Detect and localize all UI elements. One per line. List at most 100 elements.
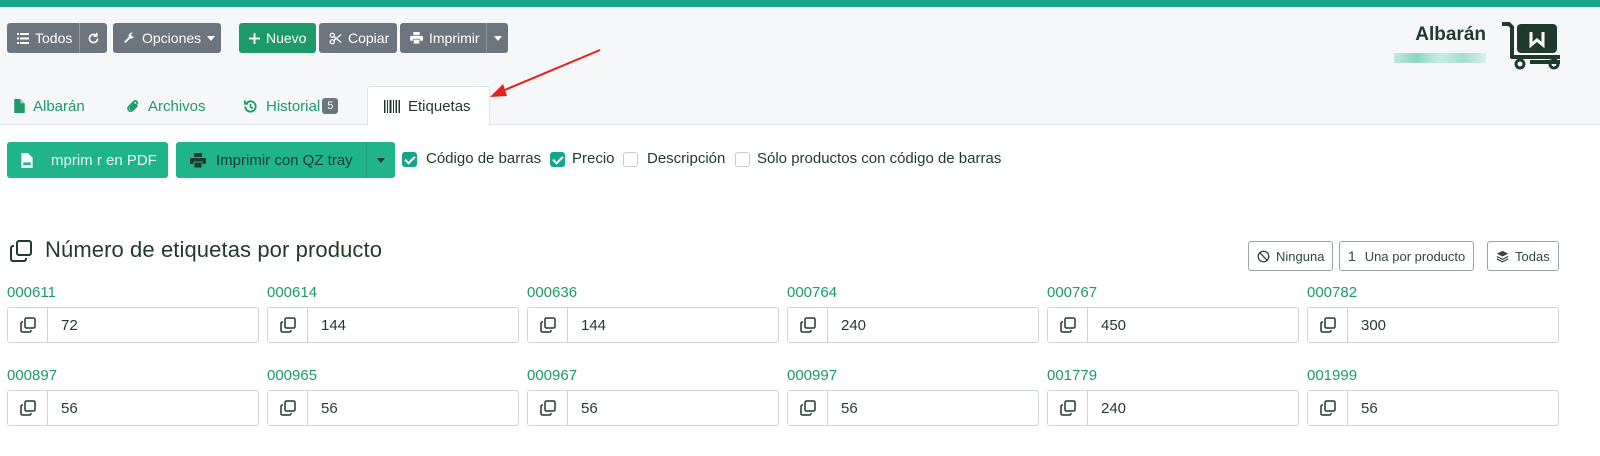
all-labels-button[interactable]: Todas xyxy=(1487,241,1559,271)
copy-quantity-icon[interactable] xyxy=(268,308,308,342)
print-button[interactable]: Imprimir xyxy=(400,23,508,53)
product-code[interactable]: 000997 xyxy=(787,367,1039,387)
none-button[interactable]: Ninguna xyxy=(1248,241,1334,271)
section-title: Número de etiquetas por producto xyxy=(45,237,383,262)
product-code[interactable]: 001999 xyxy=(1307,367,1559,387)
product-item: 001999 56 xyxy=(1307,367,1559,426)
copy-quantity-icon[interactable] xyxy=(8,391,48,425)
copy-button[interactable]: Copiar xyxy=(319,23,397,53)
copy-quantity-icon[interactable] xyxy=(528,308,568,342)
document-title: Albarán xyxy=(1415,24,1486,45)
product-quantity-input[interactable]: 144 xyxy=(568,308,778,342)
product-quantity-input[interactable]: 56 xyxy=(48,391,258,425)
wrench-icon xyxy=(124,32,135,43)
tab-historial-label: Historial xyxy=(266,97,321,115)
barcode-checkbox-label[interactable]: Código de barras xyxy=(426,150,541,167)
tab-albaran-label: Albarán xyxy=(33,97,85,115)
refresh-icon[interactable] xyxy=(87,32,100,45)
print-qz-caret-icon[interactable] xyxy=(377,158,385,163)
product-quantity-group: 56 xyxy=(7,390,259,426)
product-item: 000967 56 xyxy=(527,367,779,426)
copy-quantity-icon[interactable] xyxy=(528,391,568,425)
all-button[interactable]: Todos xyxy=(7,23,107,53)
product-item: 000782 300 xyxy=(1307,284,1559,343)
product-code[interactable]: 000782 xyxy=(1307,284,1559,304)
price-checkbox[interactable] xyxy=(550,152,565,167)
one-prefix-label: 1 xyxy=(1348,248,1356,264)
copy-quantity-icon[interactable] xyxy=(1048,308,1088,342)
product-quantity-group: 450 xyxy=(1047,307,1299,343)
options-button[interactable]: Opciones xyxy=(113,23,221,53)
print-pdf-button[interactable]: mprim r en PDF xyxy=(7,142,168,178)
print-qz-label: Imprimir con QZ tray xyxy=(216,151,353,169)
product-quantity-input[interactable]: 56 xyxy=(1348,391,1558,425)
print-button-separator xyxy=(486,23,487,53)
printer-icon xyxy=(190,152,206,168)
tab-archivos[interactable]: Archivos xyxy=(118,86,214,126)
product-item: 000965 56 xyxy=(267,367,519,426)
product-code[interactable]: 000764 xyxy=(787,284,1039,304)
product-code[interactable]: 000965 xyxy=(267,367,519,387)
product-quantity-input[interactable]: 450 xyxy=(1088,308,1298,342)
copy-icon xyxy=(10,240,32,262)
options-button-label: Opciones xyxy=(142,30,202,46)
new-button-label: Nuevo xyxy=(266,30,307,46)
copy-quantity-icon[interactable] xyxy=(268,391,308,425)
tab-historial[interactable]: Historial 5 xyxy=(235,86,346,126)
only-barcode-products-label[interactable]: Sólo productos con código de barras xyxy=(757,150,1001,167)
tab-etiquetas-label: Etiquetas xyxy=(408,97,471,115)
only-barcode-products-checkbox[interactable] xyxy=(735,152,750,167)
product-quantity-group: 56 xyxy=(527,390,779,426)
product-quantity-group: 240 xyxy=(787,307,1039,343)
print-pdf-label: mprim r en PDF xyxy=(51,151,157,169)
history-icon xyxy=(243,99,257,113)
copy-quantity-icon[interactable] xyxy=(1308,391,1348,425)
barcode-checkbox[interactable] xyxy=(402,152,417,167)
product-item: 000767 450 xyxy=(1047,284,1299,343)
product-quantity-input[interactable]: 240 xyxy=(828,308,1038,342)
scissors-icon xyxy=(329,32,342,44)
product-code[interactable]: 000614 xyxy=(267,284,519,304)
product-quantity-input[interactable]: 144 xyxy=(308,308,518,342)
product-quantity-group: 240 xyxy=(1047,390,1299,426)
printer-icon xyxy=(410,32,423,44)
description-checkbox[interactable] xyxy=(623,152,638,167)
product-code[interactable]: 000767 xyxy=(1047,284,1299,304)
copy-quantity-icon[interactable] xyxy=(1308,308,1348,342)
product-code[interactable]: 000897 xyxy=(7,367,259,387)
tab-albaran[interactable]: Albarán xyxy=(6,86,93,126)
new-button[interactable]: Nuevo xyxy=(239,23,316,53)
product-item: 000614 144 xyxy=(267,284,519,343)
print-qz-button[interactable]: Imprimir con QZ tray xyxy=(176,142,395,178)
product-item: 000997 56 xyxy=(787,367,1039,426)
product-quantity-input[interactable]: 56 xyxy=(828,391,1038,425)
price-checkbox-label[interactable]: Precio xyxy=(572,150,615,167)
document-reference-blurred xyxy=(1394,53,1486,63)
product-code[interactable]: 000611 xyxy=(7,284,259,304)
product-code[interactable]: 000636 xyxy=(527,284,779,304)
copy-quantity-icon[interactable] xyxy=(8,308,48,342)
print-qz-separator xyxy=(366,142,367,178)
copy-quantity-icon[interactable] xyxy=(788,391,828,425)
product-quantity-group: 72 xyxy=(7,307,259,343)
tab-etiquetas[interactable]: Etiquetas xyxy=(367,86,490,126)
copy-quantity-icon[interactable] xyxy=(788,308,828,342)
product-quantity-input[interactable]: 300 xyxy=(1348,308,1558,342)
product-quantity-input[interactable]: 56 xyxy=(568,391,778,425)
print-caret-icon[interactable] xyxy=(494,35,502,41)
copy-quantity-icon[interactable] xyxy=(1048,391,1088,425)
barcode-icon xyxy=(384,99,400,113)
product-quantity-input[interactable]: 56 xyxy=(308,391,518,425)
tab-archivos-label: Archivos xyxy=(148,97,206,115)
layers-icon xyxy=(1496,250,1509,262)
product-code[interactable]: 001779 xyxy=(1047,367,1299,387)
product-code[interactable]: 000967 xyxy=(527,367,779,387)
product-item: 001779 240 xyxy=(1047,367,1299,426)
all-button-label: Todos xyxy=(35,30,73,46)
options-caret-icon xyxy=(207,35,216,41)
one-per-product-button[interactable]: 1 Una por producto xyxy=(1339,241,1475,271)
product-quantity-input[interactable]: 72 xyxy=(48,308,258,342)
product-quantity-input[interactable]: 240 xyxy=(1088,391,1298,425)
description-checkbox-label[interactable]: Descripción xyxy=(647,150,725,167)
plus-icon xyxy=(249,32,260,44)
